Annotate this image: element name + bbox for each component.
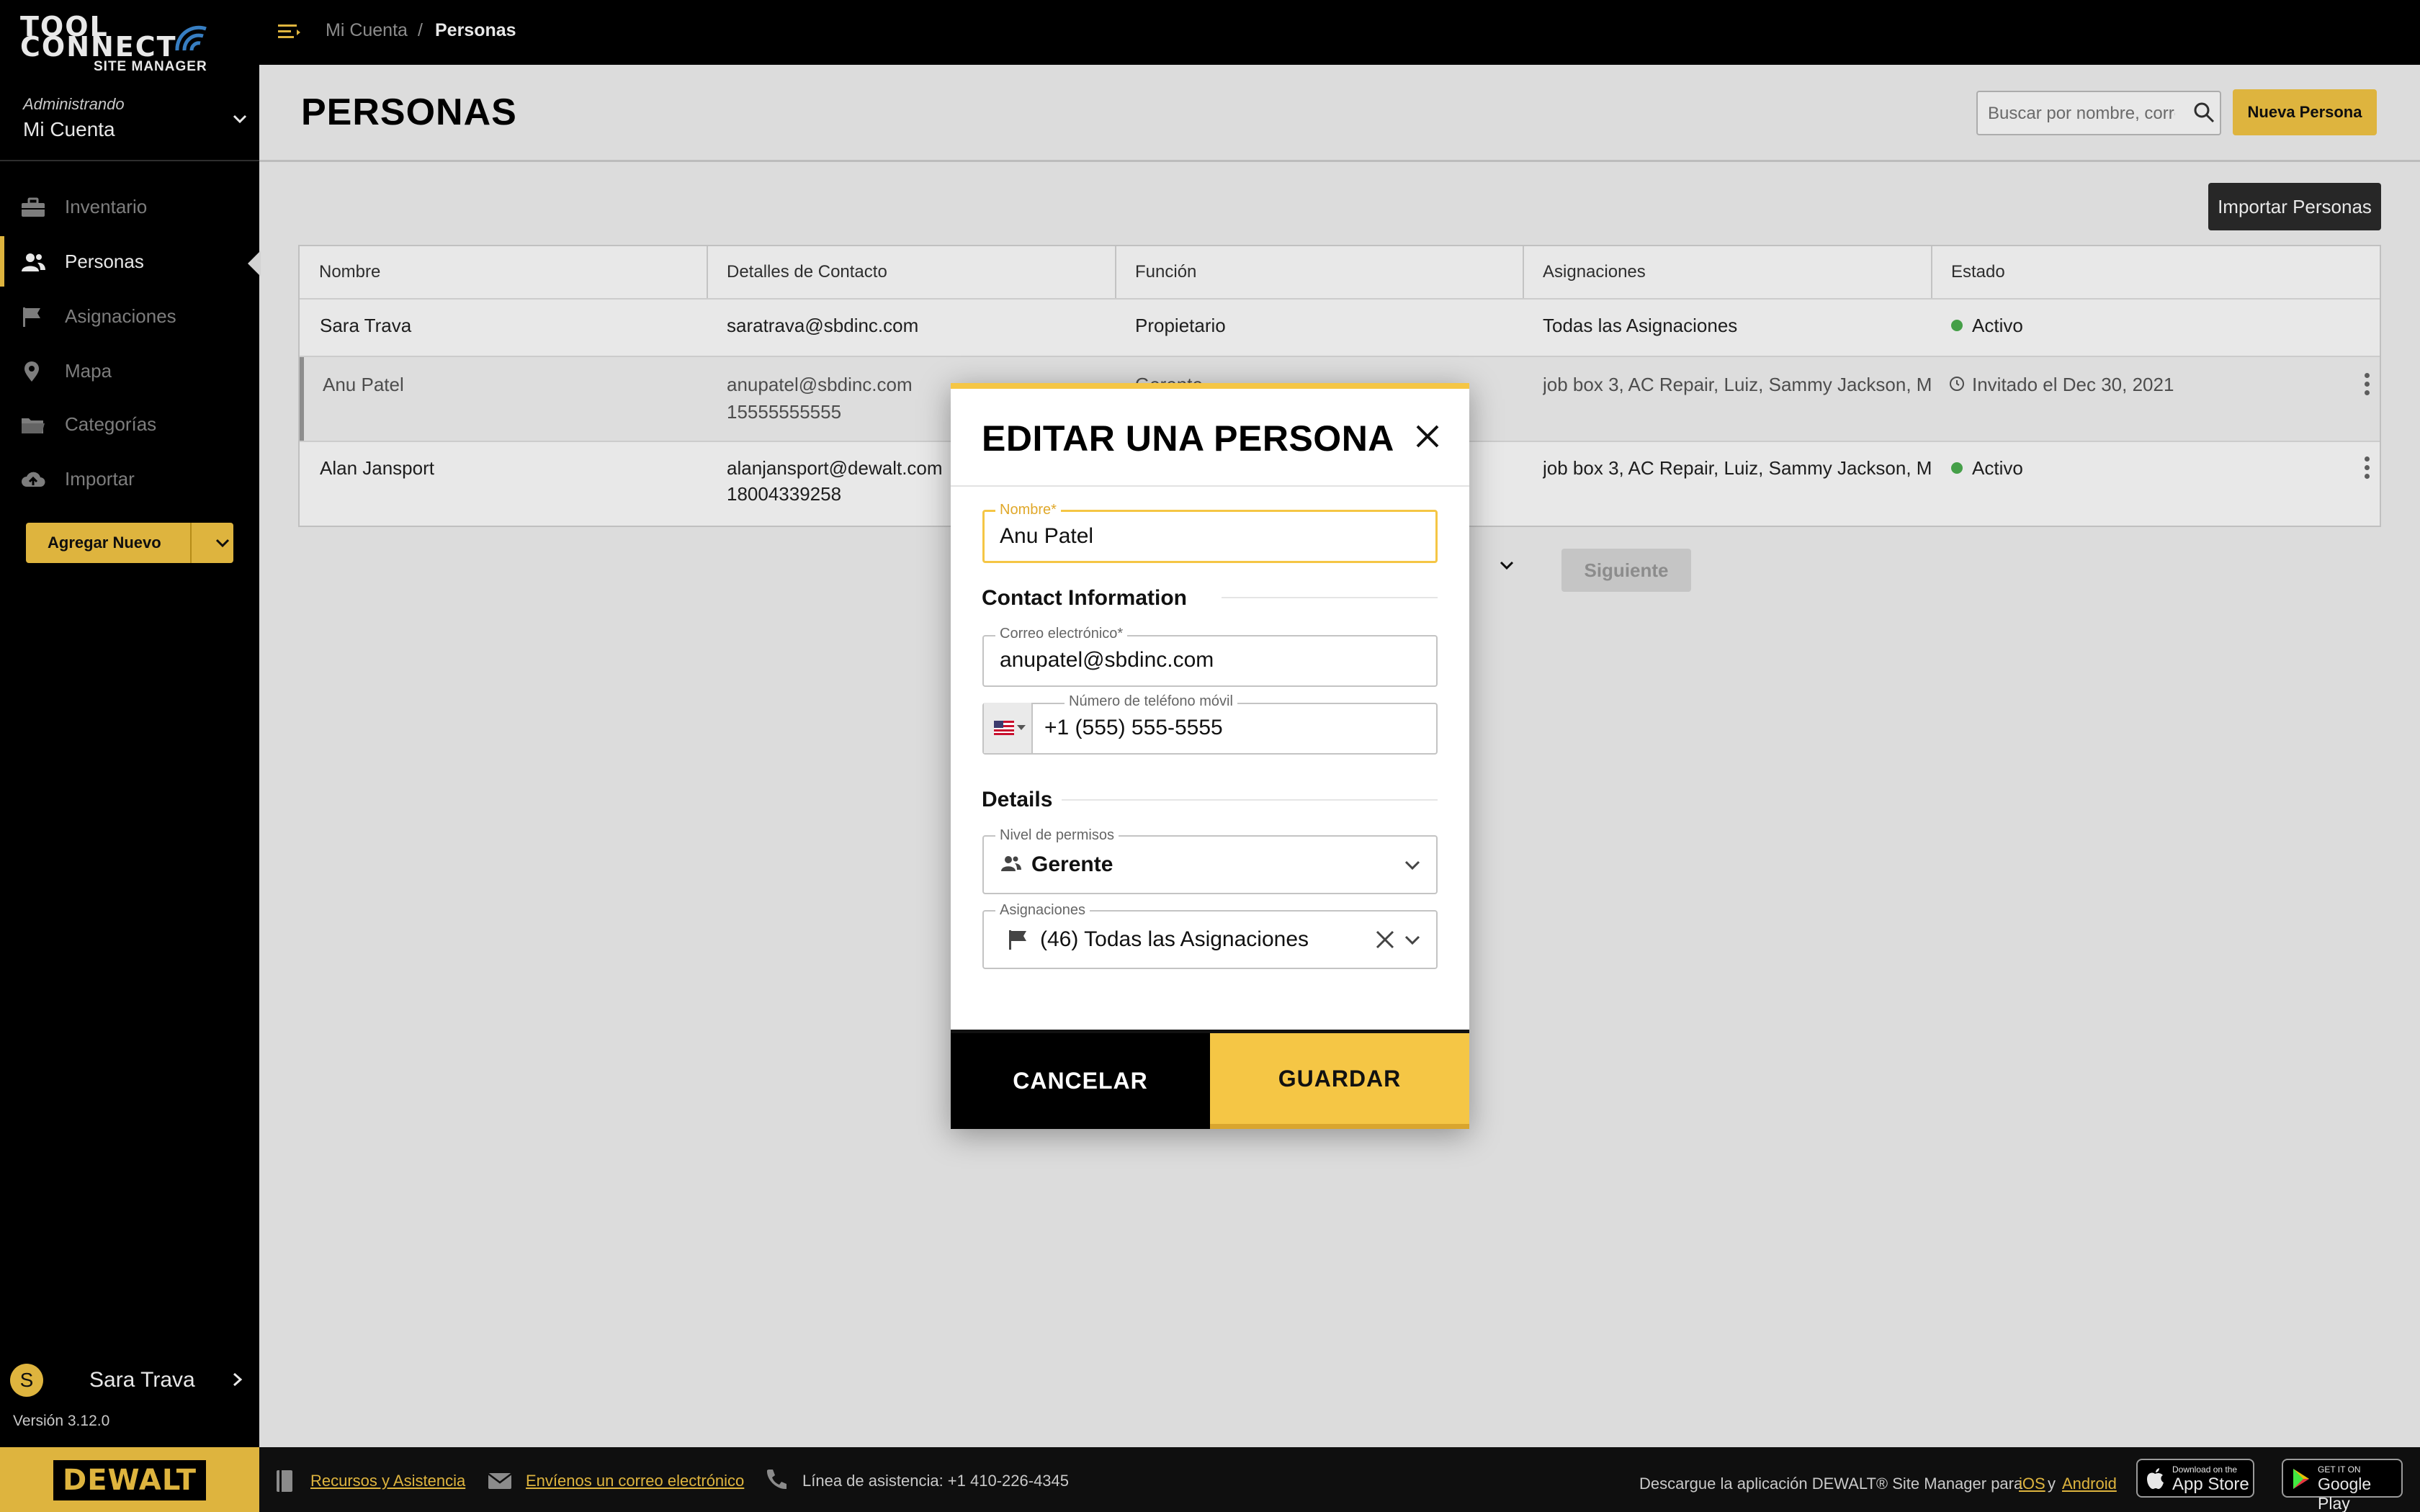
dialog-title: EDITAR UNA PERSONA (982, 418, 1394, 459)
dialog-header-divider (951, 485, 1469, 487)
phone-input[interactable]: +1 (555) 555-5555 (1044, 716, 1223, 740)
us-flag-icon (994, 721, 1014, 735)
people-icon (1001, 856, 1021, 871)
clear-icon[interactable] (1374, 929, 1396, 950)
permission-value: Gerente (1031, 852, 1113, 876)
chevron-down-icon[interactable] (1403, 858, 1422, 873)
assignments-field-label: Asignaciones (995, 902, 1090, 919)
email-input[interactable]: anupatel@sbdinc.com (1000, 648, 1214, 672)
section-divider (1062, 799, 1438, 801)
assignments-value: (46) Todas las Asignaciones (1040, 927, 1309, 951)
section-divider (1222, 597, 1438, 598)
phone-field-label: Número de teléfono móvil (1065, 693, 1237, 710)
name-input[interactable]: Anu Patel (1000, 524, 1093, 549)
edit-person-dialog (951, 383, 1469, 1129)
caret-down-icon (1017, 725, 1026, 730)
dialog-accent-bar (951, 383, 1469, 389)
country-selector[interactable] (984, 703, 1033, 753)
save-button[interactable]: GUARDAR (1210, 1033, 1469, 1129)
close-icon[interactable] (1412, 420, 1443, 452)
cancel-button[interactable]: CANCELAR (951, 1033, 1210, 1129)
permission-field-label: Nivel de permisos (995, 827, 1119, 844)
name-field-label: Nombre* (995, 502, 1061, 518)
email-field-label: Correo electrónico* (995, 626, 1128, 642)
flag-icon (1009, 930, 1026, 950)
contact-section-title: Contact Information (982, 586, 1187, 610)
chevron-down-icon[interactable] (1403, 933, 1422, 948)
details-section-title: Details (982, 788, 1053, 811)
